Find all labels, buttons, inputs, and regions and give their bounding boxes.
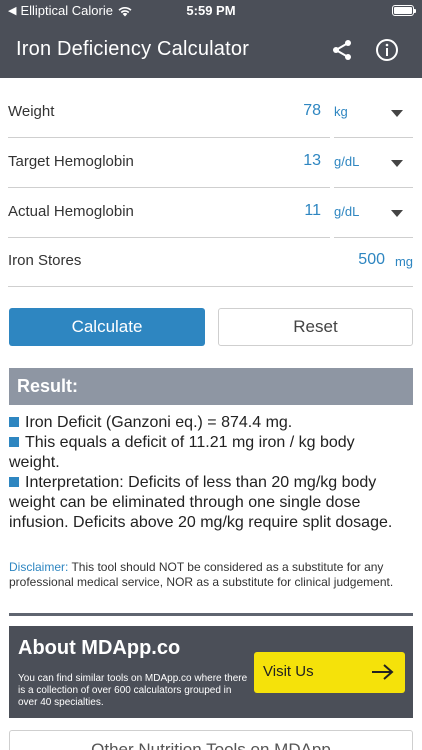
target-hemoglobin-unit: g/dL (334, 154, 360, 169)
bullet-icon (9, 437, 19, 447)
weight-label: Weight (8, 103, 55, 120)
iron-stores-input[interactable]: 500 (358, 251, 385, 269)
chevron-down-icon (391, 160, 403, 167)
weight-unit-select[interactable]: kg (334, 88, 413, 138)
actual-hemoglobin-row: Actual Hemoglobin 11 g/dL (8, 188, 413, 238)
iron-stores-label: Iron Stores (8, 252, 82, 269)
about-title: About MDApp.co (18, 637, 181, 659)
result-body: Iron Deficit (Ganzoni eq.) = 874.4 mg. T… (9, 413, 409, 533)
target-hemoglobin-unit-select[interactable]: g/dL (334, 138, 413, 188)
result-iron-deficit: Iron Deficit (Ganzoni eq.) = 874.4 mg. (25, 414, 293, 431)
result-line: Interpretation: Deficits of less than 20… (9, 473, 409, 533)
share-icon (333, 40, 351, 60)
info-button[interactable] (371, 34, 403, 66)
target-hemoglobin-input[interactable]: 13 (303, 152, 321, 170)
battery-icon (392, 5, 416, 16)
result-line: This equals a deficit of 11.21 mg iron /… (9, 433, 409, 473)
status-bar: ◀ Elliptical Calorie 5:59 PM (0, 0, 422, 22)
actual-hemoglobin-label: Actual Hemoglobin (8, 203, 134, 220)
target-hemoglobin-label: Target Hemoglobin (8, 153, 134, 170)
iron-stores-unit: mg (394, 254, 413, 269)
info-icon (376, 39, 398, 61)
actual-hemoglobin-unit: g/dL (334, 204, 360, 219)
about-text: You can find similar tools on MDApp.co w… (18, 673, 248, 708)
result-deficit-per-kg: This equals a deficit of 11.21 mg iron /… (9, 434, 355, 471)
result-line: Iron Deficit (Ganzoni eq.) = 874.4 mg. (9, 413, 409, 433)
app-bar: Iron Deficiency Calculator (0, 22, 422, 78)
actual-hemoglobin-input[interactable]: 11 (304, 202, 321, 220)
calculate-button[interactable]: Calculate (9, 308, 205, 346)
weight-row: Weight 78 kg (8, 88, 413, 138)
chevron-down-icon (391, 210, 403, 217)
arrow-right-icon (372, 664, 394, 680)
chevron-down-icon (391, 110, 403, 117)
actual-hemoglobin-unit-select[interactable]: g/dL (334, 188, 413, 238)
section-divider (9, 613, 413, 616)
weight-unit: kg (334, 104, 348, 119)
disclaimer-tag: Disclaimer: (9, 560, 69, 574)
other-tools-button[interactable]: Other Nutrition Tools on MDApp (9, 730, 413, 750)
about-panel: About MDApp.co You can find similar tool… (9, 626, 413, 718)
bullet-icon (9, 477, 19, 487)
reset-button[interactable]: Reset (218, 308, 413, 346)
result-header: Result: (9, 368, 413, 405)
page-title: Iron Deficiency Calculator (16, 38, 250, 60)
status-time: 5:59 PM (186, 3, 236, 18)
target-hemoglobin-row: Target Hemoglobin 13 g/dL (8, 138, 413, 188)
iron-stores-row: Iron Stores 500 mg (8, 237, 413, 287)
visit-us-label: Visit Us (263, 663, 314, 680)
result-interpretation: Interpretation: Deficits of less than 20… (9, 474, 393, 531)
visit-us-button[interactable]: Visit Us (254, 652, 405, 693)
share-button[interactable] (326, 34, 358, 66)
bullet-icon (9, 417, 19, 427)
iron-stores-underline (8, 286, 413, 287)
disclaimer: Disclaimer: This tool should NOT be cons… (9, 560, 413, 590)
weight-input[interactable]: 78 (303, 102, 321, 120)
